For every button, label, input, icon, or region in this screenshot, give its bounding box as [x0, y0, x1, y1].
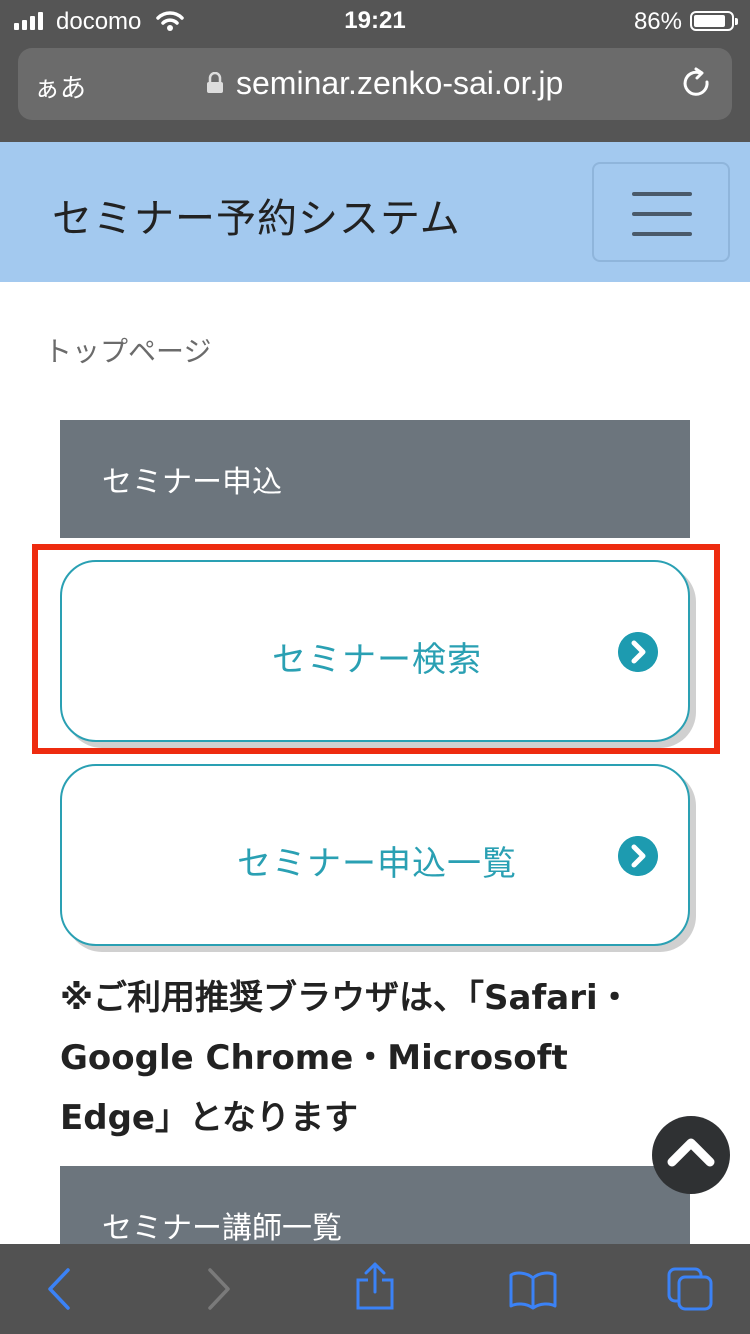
- reload-icon[interactable]: [680, 66, 714, 102]
- scroll-to-top-button[interactable]: [652, 1116, 730, 1194]
- battery-percent: 86%: [633, 8, 682, 35]
- site-header: セミナー予約システム: [0, 142, 750, 282]
- browser-toolbar: [0, 1244, 750, 1334]
- back-icon[interactable]: [44, 1266, 74, 1312]
- browser-chrome: docomo 19:21 86% ぁあ seminar.zenko-sai.or…: [0, 0, 750, 142]
- seminar-apply-list-button[interactable]: セミナー申込一覧: [60, 764, 690, 946]
- chevron-right-circle-icon: [618, 836, 658, 876]
- address-bar[interactable]: ぁあ seminar.zenko-sai.or.jp: [18, 48, 732, 120]
- battery-icon: [690, 11, 738, 31]
- breadcrumb[interactable]: トップページ: [44, 330, 211, 370]
- highlight-box: [32, 544, 720, 754]
- forward-icon[interactable]: [204, 1266, 234, 1312]
- section-heading-apply: セミナー申込: [60, 420, 690, 538]
- chevron-up-icon: [667, 1138, 715, 1167]
- menu-icon: [632, 192, 692, 196]
- lock-icon: [207, 72, 223, 93]
- share-icon[interactable]: [354, 1262, 396, 1312]
- seminar-apply-list-label: セミナー申込一覧: [237, 844, 517, 884]
- bookmarks-icon[interactable]: [508, 1270, 558, 1310]
- browser-recommendation-note: ※ご利用推奨ブラウザは、「Safari・ Google Chrome・Micro…: [60, 978, 632, 1138]
- tabs-icon[interactable]: [666, 1266, 714, 1312]
- status-bar: docomo 19:21 86%: [0, 0, 750, 44]
- text-size-button[interactable]: ぁあ: [34, 68, 86, 105]
- site-title[interactable]: セミナー予約システム: [52, 186, 461, 244]
- menu-button[interactable]: [592, 162, 730, 262]
- url-text[interactable]: seminar.zenko-sai.or.jp: [236, 65, 563, 102]
